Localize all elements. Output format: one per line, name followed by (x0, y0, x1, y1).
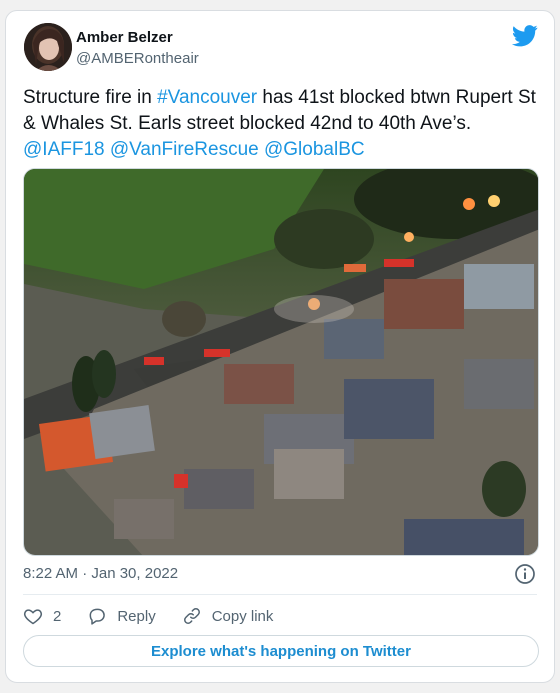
hashtag-link[interactable]: #Vancouver (157, 87, 257, 108)
reply-label: Reply (117, 607, 156, 625)
link-icon (183, 608, 200, 624)
reply-button[interactable]: Reply (87, 606, 156, 626)
copy-link-button[interactable]: Copy link (182, 606, 274, 626)
mention-link[interactable]: @IAFF18 (23, 139, 105, 160)
info-icon[interactable] (514, 563, 536, 585)
tweet-photo[interactable] (23, 168, 539, 556)
aerial-fire-photo (24, 169, 538, 555)
avatar[interactable] (24, 23, 72, 71)
like-button[interactable]: 2 (23, 606, 61, 626)
copy-link-label: Copy link (211, 607, 274, 625)
tweet-card: Amber Belzer @AMBERontheair Structure fi… (5, 10, 555, 683)
twitter-bird-icon[interactable] (512, 25, 538, 47)
like-count: 2 (53, 607, 62, 625)
avatar-image (24, 23, 72, 71)
mention-link[interactable]: @VanFireRescue (110, 139, 259, 160)
tweet-timestamp[interactable]: 8:22 AM · Jan 30, 2022 (23, 565, 178, 582)
author-handle[interactable]: @AMBERontheair (76, 50, 199, 67)
divider (23, 594, 537, 595)
heart-icon (23, 609, 43, 625)
mention-link[interactable]: @GlobalBC (264, 139, 365, 160)
explore-twitter-button[interactable]: Explore what's happening on Twitter (23, 635, 539, 667)
tweet-text-part: Structure fire in (23, 87, 158, 108)
speech-bubble-icon (89, 608, 106, 625)
tweet-text: Structure fire in #Vancouver has 41st bl… (23, 85, 543, 163)
tweet-actions: 2 Reply Copy link (23, 605, 299, 627)
author-name[interactable]: Amber Belzer (76, 29, 173, 46)
